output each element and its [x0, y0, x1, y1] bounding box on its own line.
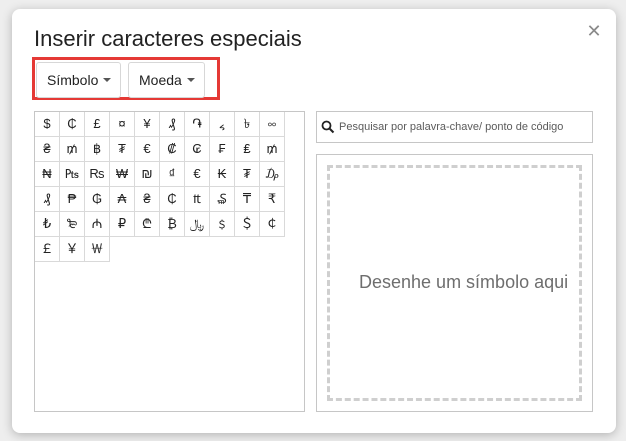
symbol-cell[interactable]: ₹: [260, 187, 285, 212]
symbol-cell[interactable]: ₣: [210, 137, 235, 162]
symbol-cell[interactable]: ＄: [235, 212, 260, 237]
symbol-cell[interactable]: ﹩: [210, 212, 235, 237]
symbol-cell[interactable]: ₴: [35, 137, 60, 162]
symbol-cell[interactable]: ￡: [35, 237, 60, 262]
symbol-cell[interactable]: ￦: [85, 237, 110, 262]
symbol-cell[interactable]: ₢: [185, 137, 210, 162]
symbol-cell[interactable]: ₭: [210, 162, 235, 187]
symbol-cell[interactable]: ៹: [210, 112, 235, 137]
category-dropdown[interactable]: Símbolo: [36, 62, 121, 98]
symbol-cell[interactable]: ₰: [35, 187, 60, 212]
symbol-cell[interactable]: ₷: [210, 187, 235, 212]
symbol-cell[interactable]: ₨: [85, 162, 110, 187]
symbol-cell[interactable]: €: [185, 162, 210, 187]
symbol-cell[interactable]: ₽: [110, 212, 135, 237]
symbol-cell[interactable]: ₿: [160, 212, 185, 237]
category-dropdown-label: Símbolo: [47, 72, 99, 88]
symbol-cell[interactable]: ₱: [60, 187, 85, 212]
symbol-cell[interactable]: ₵: [160, 187, 185, 212]
symbol-cell[interactable]: ₮: [110, 137, 135, 162]
symbol-cell[interactable]: ₤: [235, 137, 260, 162]
symbol-cell[interactable]: ৳: [235, 112, 260, 137]
search-box[interactable]: [316, 111, 593, 143]
symbol-cell[interactable]: ₪: [135, 162, 160, 187]
symbol-cell[interactable]: ₳: [110, 187, 135, 212]
symbol-cell[interactable]: ﷼: [185, 212, 210, 237]
symbol-cell[interactable]: ₺: [35, 212, 60, 237]
search-icon: [321, 120, 335, 134]
symbol-cell[interactable]: ₵: [60, 112, 85, 137]
symbol-cell[interactable]: ₼: [85, 212, 110, 237]
draw-symbol-canvas[interactable]: Desenhe um símbolo aqui: [327, 165, 582, 401]
symbol-cell[interactable]: ₡: [160, 137, 185, 162]
symbol-cell[interactable]: ₾: [135, 212, 160, 237]
draw-hint-text: Desenhe um símbolo aqui: [359, 272, 569, 292]
symbol-cell[interactable]: ₰: [160, 112, 185, 137]
symbol-cell[interactable]: ₧: [60, 162, 85, 187]
symbol-cell[interactable]: ￠: [260, 212, 285, 237]
symbol-cell[interactable]: ₲: [85, 187, 110, 212]
symbol-cell[interactable]: ༛: [260, 112, 285, 137]
symbol-grid: $ ₵ £ ¤ ¥ ₰ ֏ ៹ ৳ ༛ ₴ ₥ ฿ ₮ € ₡ ₢ ₣ ₤ ₥ ₦ ₧ ₨ ₩ ₪ ₫ € ₭ ₮ ₯ ₰ ₱ ₲ ₳ ₴ ₵ ₶ ₷ ₸ ₹…: [35, 112, 285, 262]
symbol-cell[interactable]: ₻: [60, 212, 85, 237]
search-input[interactable]: [339, 117, 587, 137]
symbol-cell[interactable]: $: [35, 112, 60, 137]
subcategory-dropdown-label: Moeda: [139, 72, 182, 88]
draw-panel: Desenhe um símbolo aqui: [316, 154, 593, 412]
symbol-cell[interactable]: ₥: [260, 137, 285, 162]
symbol-cell[interactable]: ₫: [160, 162, 185, 187]
symbol-cell[interactable]: €: [135, 137, 160, 162]
subcategory-dropdown[interactable]: Moeda: [128, 62, 205, 98]
symbol-cell[interactable]: ₸: [235, 187, 260, 212]
symbol-cell[interactable]: ₥: [60, 137, 85, 162]
symbol-cell[interactable]: ₴: [135, 187, 160, 212]
dialog-title: Inserir caracteres especiais: [34, 26, 302, 51]
close-icon[interactable]: ✕: [584, 21, 604, 41]
symbol-cell[interactable]: ¥: [135, 112, 160, 137]
symbol-cell[interactable]: ₮: [235, 162, 260, 187]
chevron-down-icon: [187, 78, 195, 82]
symbol-cell[interactable]: ֏: [185, 112, 210, 137]
symbol-cell[interactable]: ￥: [60, 237, 85, 262]
symbol-cell[interactable]: £: [85, 112, 110, 137]
symbol-grid-panel: $ ₵ £ ¤ ¥ ₰ ֏ ៹ ৳ ༛ ₴ ₥ ฿ ₮ € ₡ ₢ ₣ ₤ ₥ ₦ ₧ ₨ ₩ ₪ ₫ € ₭ ₮ ₯ ₰ ₱ ₲ ₳ ₴ ₵ ₶ ₷ ₸ ₹…: [34, 111, 305, 412]
symbol-cell[interactable]: ₦: [35, 162, 60, 187]
symbol-cell[interactable]: ฿: [85, 137, 110, 162]
chevron-down-icon: [103, 78, 111, 82]
symbol-cell[interactable]: ₩: [110, 162, 135, 187]
special-characters-dialog: Inserir caracteres especiais ✕ Símbolo M…: [12, 9, 616, 433]
symbol-cell[interactable]: ₯: [260, 162, 285, 187]
symbol-cell[interactable]: ₶: [185, 187, 210, 212]
symbol-cell[interactable]: ¤: [110, 112, 135, 137]
